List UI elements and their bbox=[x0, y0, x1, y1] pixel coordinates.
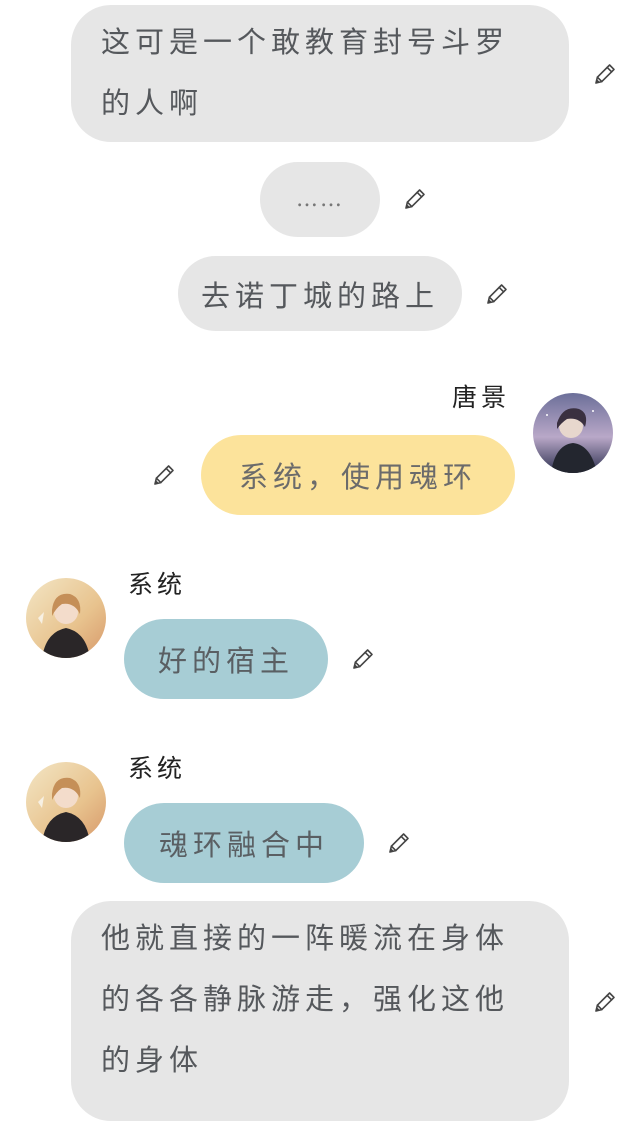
pencil-icon[interactable] bbox=[485, 282, 509, 306]
message-text: 系统，使用魂环 bbox=[238, 460, 477, 494]
message-text: 好的宿主 bbox=[157, 644, 294, 678]
narration-bubble: 去诺丁城的路上 bbox=[178, 256, 462, 331]
pencil-icon[interactable] bbox=[403, 187, 427, 211]
sender-name: 系统 bbox=[128, 570, 187, 599]
system-message-bubble: 魂环融合中 bbox=[124, 803, 364, 883]
message-text: 魂环融合中 bbox=[158, 828, 329, 862]
sender-name: 系统 bbox=[128, 754, 187, 783]
avatar[interactable] bbox=[533, 393, 613, 473]
pencil-icon[interactable] bbox=[593, 990, 617, 1014]
pencil-icon[interactable] bbox=[351, 647, 375, 671]
system-message-bubble: 好的宿主 bbox=[124, 619, 328, 699]
narration-text: 去诺丁城的路上 bbox=[200, 278, 439, 313]
narration-bubble: …… bbox=[260, 162, 380, 237]
pencil-icon[interactable] bbox=[387, 831, 411, 855]
narration-bubble: 这可是一个敢教育封号斗罗的人啊 bbox=[71, 5, 569, 142]
sender-name: 唐景 bbox=[452, 383, 511, 412]
pencil-icon[interactable] bbox=[152, 463, 176, 487]
pencil-icon[interactable] bbox=[593, 62, 617, 86]
user-message-bubble: 系统，使用魂环 bbox=[201, 435, 515, 515]
narration-bubble: 他就直接的一阵暖流在身体的各各静脉游走，强化这他的身体 bbox=[71, 901, 569, 1121]
avatar[interactable] bbox=[26, 578, 106, 658]
narration-text: …… bbox=[296, 187, 344, 212]
narration-text: 这可是一个敢教育封号斗罗的人啊 bbox=[101, 25, 510, 120]
narration-text: 他就直接的一阵暖流在身体的各各静脉游走，强化这他的身体 bbox=[101, 921, 510, 1077]
avatar[interactable] bbox=[26, 762, 106, 842]
